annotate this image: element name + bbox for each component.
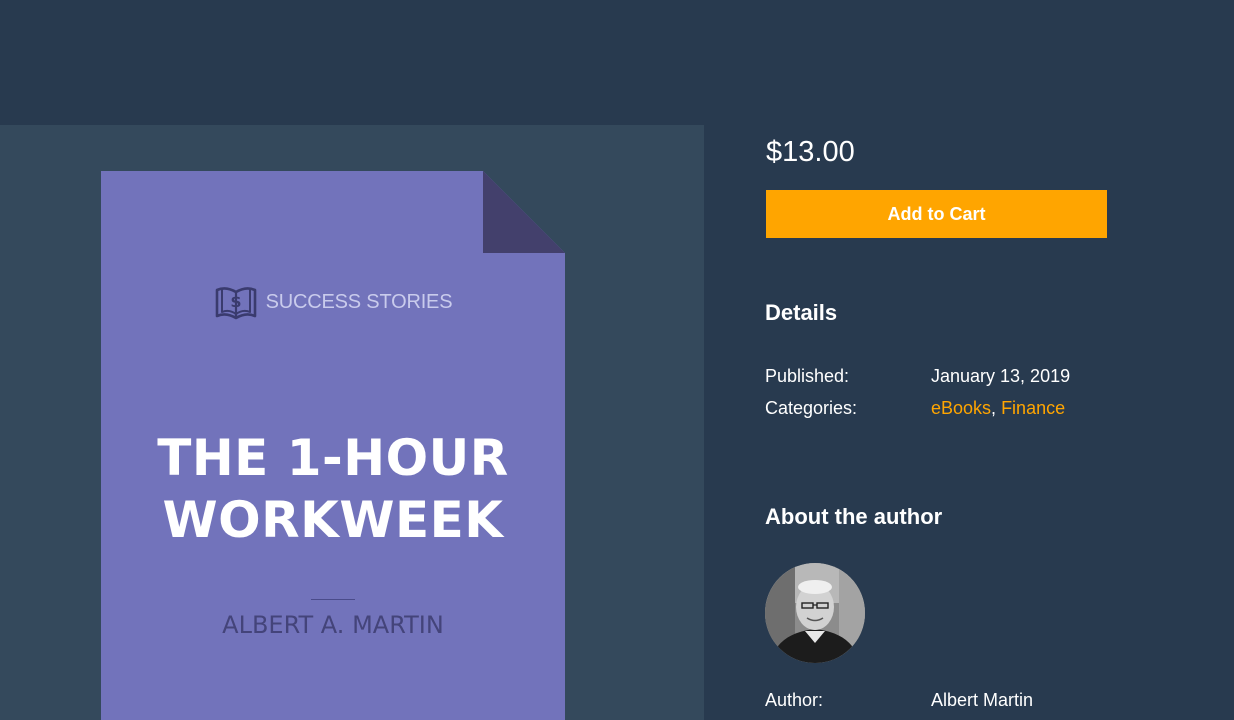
author-name: Albert Martin [931,690,1034,710]
published-row: Published: January 13, 2019 [765,364,1070,388]
cover-brand: $ SUCCESS STORIES [101,282,565,322]
cover-title-line-2: WORKWEEK [162,491,504,549]
svg-text:$: $ [230,292,241,311]
cover-brand-label: SUCCESS STORIES [265,290,453,313]
published-label: Published: [765,366,850,386]
author-row: Author: Albert Martin [765,688,1033,712]
category-link-finance[interactable]: Finance [1001,398,1065,418]
cover-panel: $ SUCCESS STORIES THE 1-HOUR WORKWEEK AL… [0,125,704,720]
book-cover: $ SUCCESS STORIES THE 1-HOUR WORKWEEK AL… [101,171,565,720]
author-avatar [765,563,865,663]
about-author-heading: About the author [765,504,943,529]
category-separator: , [991,398,1002,418]
author-photo [765,563,865,663]
book-dollar-icon: $ [215,287,256,320]
author-label: Author: [765,690,824,710]
cover-divider [311,599,355,600]
published-value: January 13, 2019 [931,366,1071,386]
category-link-ebooks[interactable]: eBooks [931,398,991,418]
add-to-cart-button[interactable]: Add to Cart [766,190,1107,238]
details-heading: Details [765,300,838,325]
cover-title: THE 1-HOUR WORKWEEK [101,427,565,551]
categories-value: eBooks, Finance [931,396,1065,420]
categories-row: Categories: eBooks, Finance [765,396,1065,420]
categories-label: Categories: [765,398,858,418]
price: $13.00 [766,136,855,168]
product-page: $ SUCCESS STORIES THE 1-HOUR WORKWEEK AL… [0,0,1234,720]
cover-title-line-1: THE 1-HOUR [157,429,509,487]
cover-page-fold [483,171,565,253]
cover-author: ALBERT A. MARTIN [222,611,444,639]
